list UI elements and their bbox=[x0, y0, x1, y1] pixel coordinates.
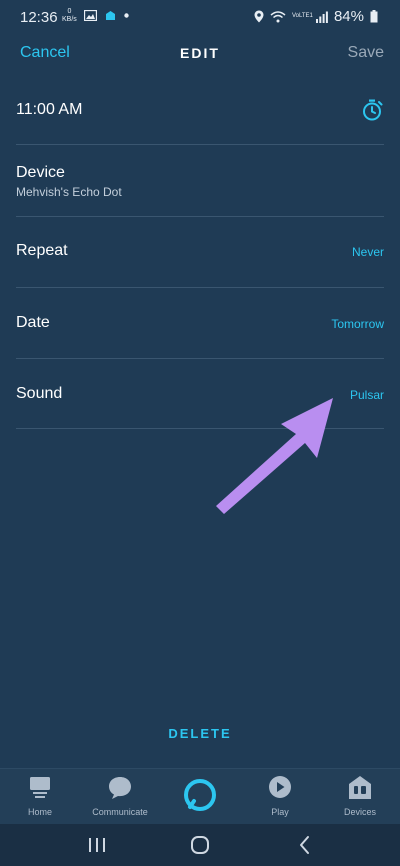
home-button-icon[interactable] bbox=[187, 832, 213, 858]
alarm-clock-icon[interactable] bbox=[360, 98, 384, 122]
alexa-ring-icon bbox=[184, 779, 216, 811]
sound-value[interactable]: Pulsar bbox=[350, 388, 384, 402]
battery-percentage: 84% bbox=[333, 8, 364, 25]
back-icon[interactable] bbox=[292, 832, 318, 858]
battery-icon bbox=[370, 10, 378, 23]
recent-apps-icon[interactable] bbox=[84, 832, 110, 858]
network-speed-value: 0 bbox=[67, 8, 72, 15]
alarm-time-row[interactable]: 11:00 AM bbox=[16, 76, 384, 145]
alarm-time: 11:00 AM bbox=[16, 101, 83, 118]
device-row[interactable]: Device Mehvish's Echo Dot bbox=[16, 145, 384, 217]
alarm-edit-screen: 12:36 0 KB/s VoLTE1 84% Cancel EDIT Save… bbox=[0, 0, 400, 866]
annotation-arrow-icon bbox=[216, 398, 333, 514]
device-label: Device bbox=[16, 164, 65, 181]
repeat-value[interactable]: Never bbox=[352, 245, 384, 259]
date-value[interactable]: Tomorrow bbox=[331, 317, 384, 331]
status-time: 12:36 bbox=[20, 9, 58, 26]
home-icon bbox=[30, 777, 50, 798]
nav-home-label: Home bbox=[27, 807, 52, 817]
image-notification-icon bbox=[84, 10, 97, 21]
network-type: VoLTE1 bbox=[291, 13, 313, 19]
delete-button[interactable]: DELETE bbox=[0, 726, 400, 741]
nav-devices[interactable]: Devices bbox=[320, 769, 400, 825]
wifi-icon bbox=[270, 10, 286, 22]
nav-home[interactable]: Home bbox=[0, 769, 80, 825]
notification-icons bbox=[84, 10, 129, 21]
system-nav-bar bbox=[0, 824, 400, 866]
nav-play[interactable]: Play bbox=[240, 769, 320, 825]
repeat-row[interactable]: Repeat Never bbox=[16, 217, 384, 288]
app-notification-icon bbox=[106, 11, 115, 20]
nav-communicate-label: Communicate bbox=[92, 807, 148, 817]
network-speed-unit: KB/s bbox=[62, 16, 77, 23]
date-label: Date bbox=[16, 314, 50, 331]
dot-notification-icon bbox=[124, 13, 129, 18]
bottom-nav: Home Communicate Play Devices bbox=[0, 768, 400, 825]
play-icon bbox=[269, 776, 291, 798]
nav-devices-label: Devices bbox=[343, 807, 376, 817]
nav-communicate[interactable]: Communicate bbox=[80, 769, 160, 825]
system-icons: VoLTE1 84% bbox=[254, 8, 378, 25]
network-speed: 0 KB/s bbox=[62, 8, 77, 24]
edit-header: Cancel EDIT Save bbox=[0, 34, 400, 74]
sound-label: Sound bbox=[16, 385, 63, 402]
save-button[interactable]: Save bbox=[348, 44, 384, 62]
date-row[interactable]: Date Tomorrow bbox=[16, 288, 384, 359]
signal-icon bbox=[315, 11, 328, 23]
location-icon bbox=[254, 10, 264, 23]
devices-icon bbox=[349, 776, 371, 799]
repeat-label: Repeat bbox=[16, 242, 68, 259]
chat-bubble-icon bbox=[109, 777, 131, 799]
device-name: Mehvish's Echo Dot bbox=[16, 185, 122, 199]
page-title: EDIT bbox=[180, 45, 220, 61]
nav-play-label: Play bbox=[271, 807, 289, 817]
nav-alexa[interactable] bbox=[160, 769, 240, 825]
status-bar: 12:36 0 KB/s VoLTE1 84% bbox=[0, 0, 400, 34]
